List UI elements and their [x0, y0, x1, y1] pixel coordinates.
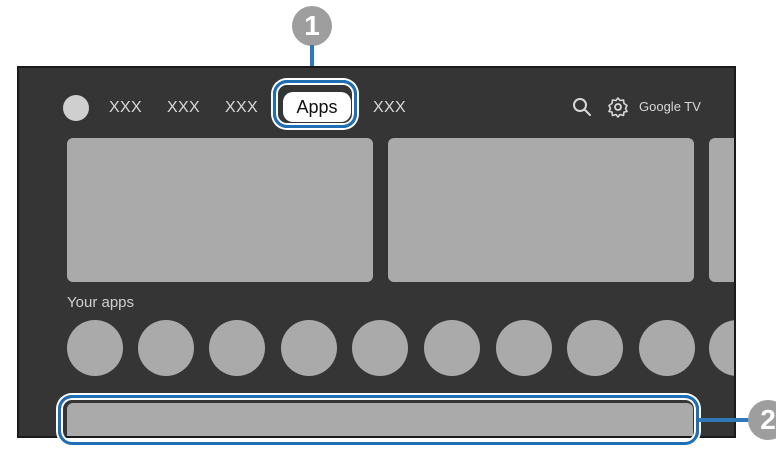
settings-icon[interactable] — [607, 96, 629, 118]
app-tile-9[interactable] — [639, 320, 695, 376]
featured-card-1[interactable] — [67, 138, 373, 282]
bottom-bar-highlight — [58, 395, 699, 445]
featured-card-2[interactable] — [388, 138, 694, 282]
app-tile-2[interactable] — [138, 320, 194, 376]
nav-item-5[interactable]: XXX — [373, 98, 406, 118]
your-apps-label: Your apps — [67, 294, 135, 311]
apps-tab-highlight — [273, 80, 357, 128]
app-tile-7[interactable] — [496, 320, 552, 376]
featured-card-3[interactable] — [709, 138, 734, 282]
app-tile-10[interactable] — [709, 320, 734, 376]
profile-avatar[interactable] — [63, 95, 89, 121]
callout-badge-2: 2 — [748, 400, 776, 440]
app-tile-4[interactable] — [281, 320, 337, 376]
search-icon[interactable] — [571, 96, 593, 118]
nav-item-1[interactable]: XXX — [109, 98, 142, 118]
nav-item-2[interactable]: XXX — [167, 98, 200, 118]
app-tile-3[interactable] — [209, 320, 265, 376]
nav-item-3[interactable]: XXX — [225, 98, 258, 118]
google-tv-brand: Google TV — [639, 99, 701, 114]
tv-screen: XXX XXX XXX Apps XXX Google TV Your apps — [17, 66, 736, 438]
app-tile-8[interactable] — [567, 320, 623, 376]
callout-badge-1: 1 — [292, 6, 332, 46]
app-tile-5[interactable] — [352, 320, 408, 376]
app-tile-1[interactable] — [67, 320, 123, 376]
app-tile-6[interactable] — [424, 320, 480, 376]
